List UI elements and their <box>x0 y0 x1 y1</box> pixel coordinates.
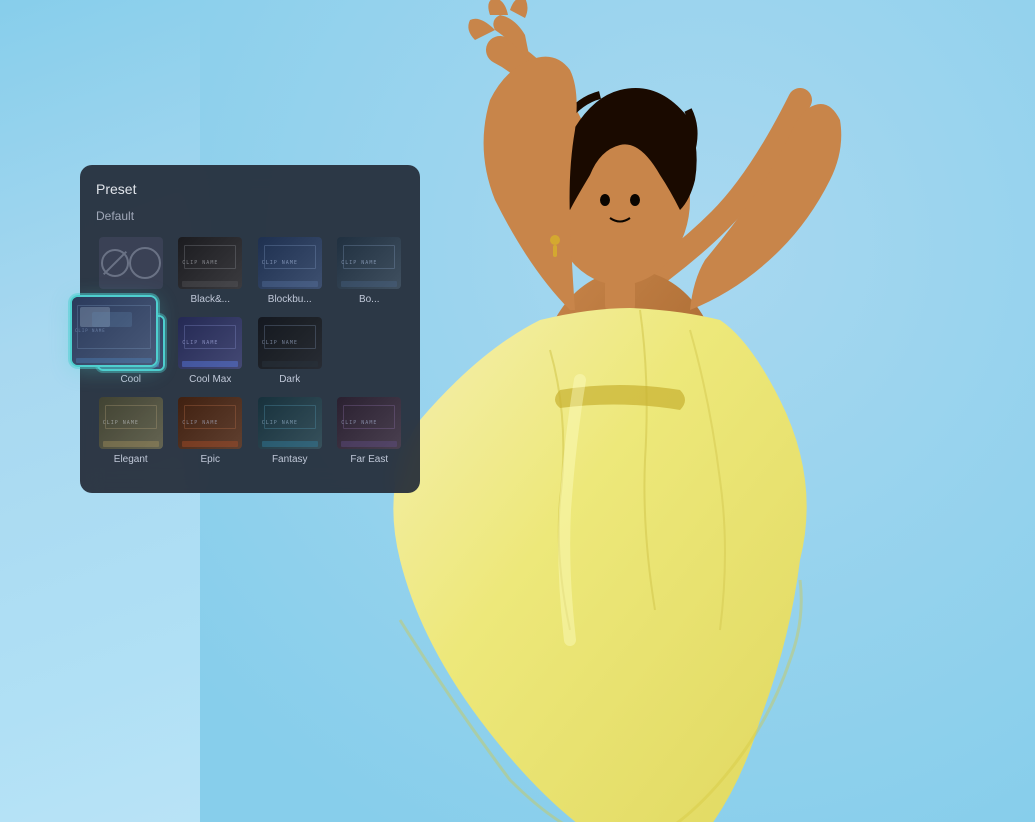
preset-thumb-none <box>97 235 165 291</box>
preset-thumb-fantasy: CLIP NAME <box>256 395 324 451</box>
preset-thumb-bo: CLIP NAME <box>335 235 403 291</box>
preset-label-epic: Epic <box>201 454 220 465</box>
preset-item-cool-max[interactable]: CLIP NAME Cool Max <box>174 313 248 387</box>
preset-panel-title: Preset <box>94 181 406 197</box>
preset-row-3: CLIP NAME Elegant CLIP NAME Epic <box>94 393 406 467</box>
preset-label-cool: Cool <box>120 374 141 385</box>
preset-thumb-elegant: CLIP NAME <box>97 395 165 451</box>
preset-label-far-east: Far East <box>350 454 388 465</box>
preset-label-black-white: Black&... <box>191 294 230 305</box>
selected-preset-large-preview[interactable]: CLIP NAME <box>70 295 158 367</box>
preset-thumb-far-east: CLIP NAME <box>335 395 403 451</box>
preset-thumb-dark: CLIP NAME <box>256 315 324 371</box>
default-section-label: Default <box>94 209 406 223</box>
preset-label-elegant: Elegant <box>114 454 148 465</box>
preset-item-dark[interactable]: CLIP NAME Dark <box>253 313 327 387</box>
preset-label-blockbuster: Blockbu... <box>268 294 312 305</box>
preset-thumb-cool-max: CLIP NAME <box>176 315 244 371</box>
preset-item-bo[interactable]: CLIP NAME Bo... <box>333 233 407 307</box>
preset-thumb-epic: CLIP NAME <box>176 395 244 451</box>
preset-label-fantasy: Fantasy <box>272 454 308 465</box>
preset-label-bo: Bo... <box>359 294 380 305</box>
preset-item-fantasy[interactable]: CLIP NAME Fantasy <box>253 393 327 467</box>
preset-item-epic[interactable]: CLIP NAME Epic <box>174 393 248 467</box>
preset-item-elegant[interactable]: CLIP NAME Elegant <box>94 393 168 467</box>
preset-item-blockbuster[interactable]: CLIP NAME Blockbu... <box>253 233 327 307</box>
preset-item-far-east[interactable]: CLIP NAME Far East <box>333 393 407 467</box>
preset-label-cool-max: Cool Max <box>189 374 231 385</box>
preset-thumb-black-white: CLIP NAME <box>176 235 244 291</box>
preset-item-black-white[interactable]: CLIP NAME Black&... <box>174 233 248 307</box>
preset-label-dark: Dark <box>279 374 300 385</box>
preset-item-empty <box>333 313 407 387</box>
preset-thumb-blockbuster: CLIP NAME <box>256 235 324 291</box>
